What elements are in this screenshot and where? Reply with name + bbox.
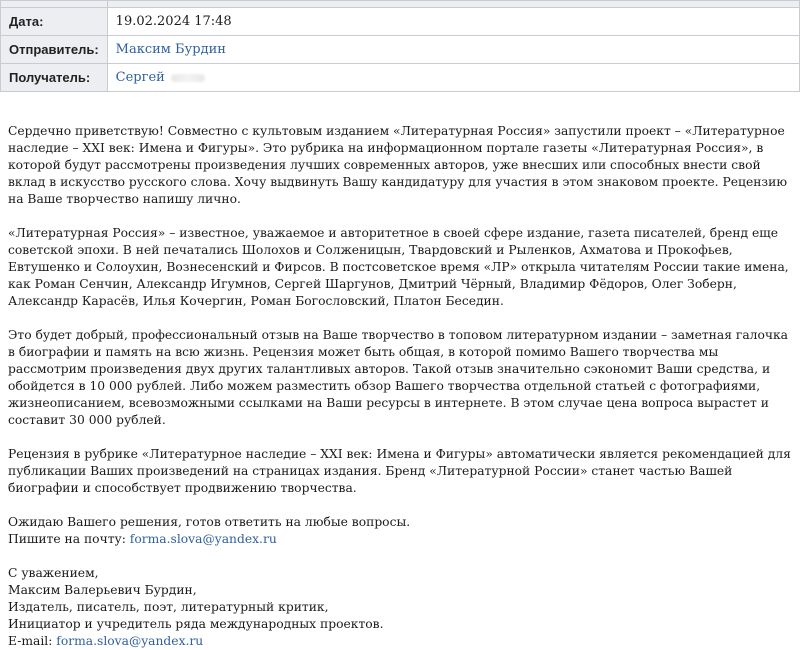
signature-role: Инициатор и учредитель ряда международны… [8, 617, 384, 631]
sender-row: Отправитель: Максим Бурдин [0, 35, 800, 64]
signature-title: Издатель, писатель, поэт, литературный к… [8, 600, 329, 614]
email-prefix: Пишите на почту: [8, 532, 130, 546]
email-link[interactable]: forma.slova@yandex.ru [130, 532, 277, 546]
recipient-link[interactable]: Сергей [116, 70, 165, 85]
subject-row-partial [0, 0, 800, 8]
signature: С уважением, Максим Валерьевич Бурдин, И… [8, 565, 794, 650]
signature-email-link[interactable]: forma.slova@yandex.ru [56, 634, 203, 648]
signature-email-prefix: E-mail: [8, 634, 57, 648]
recipient-row: Получатель: Сергей [0, 63, 800, 92]
signature-name: Максим Валерьевич Бурдин, [8, 583, 197, 597]
date-label: Дата: [0, 7, 108, 36]
contact-line: Ожидаю Вашего решения, готов ответить на… [8, 515, 411, 529]
paragraph-intro: Сердечно приветствую! Совместно с культо… [8, 124, 788, 206]
recipient-label: Получатель: [0, 63, 108, 92]
paragraph-recommendation: Рецензия в рубрике «Литературное наследи… [8, 447, 791, 495]
redacted-surname [170, 73, 205, 82]
paragraph-about-lr: «Литературная Россия» – известное, уважа… [8, 226, 789, 308]
date-value: 19.02.2024 17:48 [106, 7, 800, 36]
paragraph-contact: Ожидаю Вашего решения, готов ответить на… [8, 514, 794, 548]
sender-link[interactable]: Максим Бурдин [116, 42, 226, 57]
message-header-table: Дата: 19.02.2024 17:48 Отправитель: Макс… [0, 0, 800, 92]
paragraph-pricing: Это будет добрый, профессиональный отзыв… [8, 328, 789, 427]
message-body: Сердечно приветствую! Совместно с культо… [8, 123, 794, 650]
date-row: Дата: 19.02.2024 17:48 [0, 7, 800, 36]
sender-label: Отправитель: [0, 35, 108, 64]
signature-line: С уважением, [8, 566, 99, 580]
